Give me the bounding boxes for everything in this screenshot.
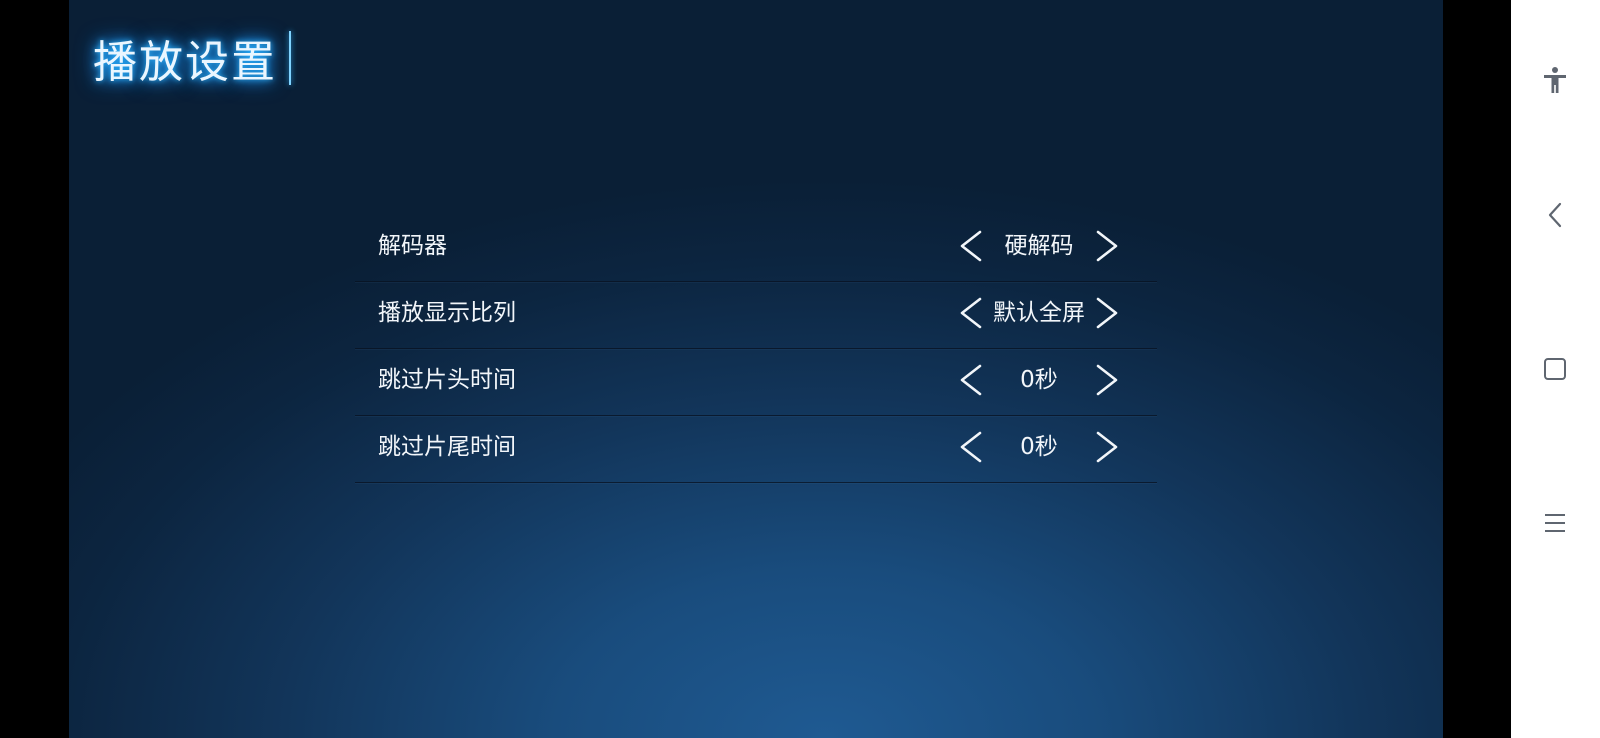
setting-row-skip-outro[interactable]: 跳过片尾时间 0秒	[355, 416, 1157, 483]
play-settings-screen: 播放设置 解码器 硬解码 播放显示比列 默认全屏 跳过片头时间 0秒 跳过片尾时…	[69, 0, 1443, 738]
chevron-right-icon[interactable]	[1089, 228, 1125, 264]
back-icon[interactable]	[1533, 193, 1577, 237]
setting-row-skip-intro[interactable]: 跳过片头时间 0秒	[355, 349, 1157, 416]
page-title: 播放设置	[93, 37, 277, 88]
screen: 播放设置 解码器 硬解码 播放显示比列 默认全屏 跳过片头时间 0秒 跳过片尾时…	[0, 0, 1600, 738]
chevron-left-icon[interactable]	[953, 429, 989, 465]
chevron-right-icon[interactable]	[1089, 295, 1125, 331]
setting-value-skip-outro: 0秒	[1020, 434, 1058, 460]
setting-label-skip-intro: 跳过片头时间	[378, 367, 516, 393]
chevron-left-icon[interactable]	[953, 362, 989, 398]
chevron-right-icon[interactable]	[1089, 429, 1125, 465]
title-divider	[289, 31, 291, 85]
setting-row-aspect-ratio[interactable]: 播放显示比列 默认全屏	[355, 282, 1157, 349]
setting-row-decoder[interactable]: 解码器 硬解码	[355, 215, 1157, 282]
chevron-right-icon[interactable]	[1089, 362, 1125, 398]
chevron-left-icon[interactable]	[953, 228, 989, 264]
chevron-left-icon[interactable]	[953, 295, 989, 331]
home-square-icon[interactable]	[1533, 347, 1577, 391]
menu-icon[interactable]	[1533, 501, 1577, 545]
accessibility-icon[interactable]	[1533, 58, 1577, 102]
setting-value-skip-intro: 0秒	[1020, 367, 1058, 393]
page-header: 播放设置	[93, 28, 291, 88]
setting-value-aspect-ratio: 默认全屏	[993, 300, 1085, 326]
settings-list: 解码器 硬解码 播放显示比列 默认全屏 跳过片头时间 0秒 跳过片尾时间 0秒	[355, 215, 1157, 483]
setting-value-decoder: 硬解码	[1004, 233, 1074, 259]
system-navigation-bar	[1511, 0, 1600, 738]
setting-label-decoder: 解码器	[378, 233, 447, 259]
setting-label-skip-outro: 跳过片尾时间	[378, 434, 516, 460]
setting-label-aspect-ratio: 播放显示比列	[378, 300, 516, 326]
